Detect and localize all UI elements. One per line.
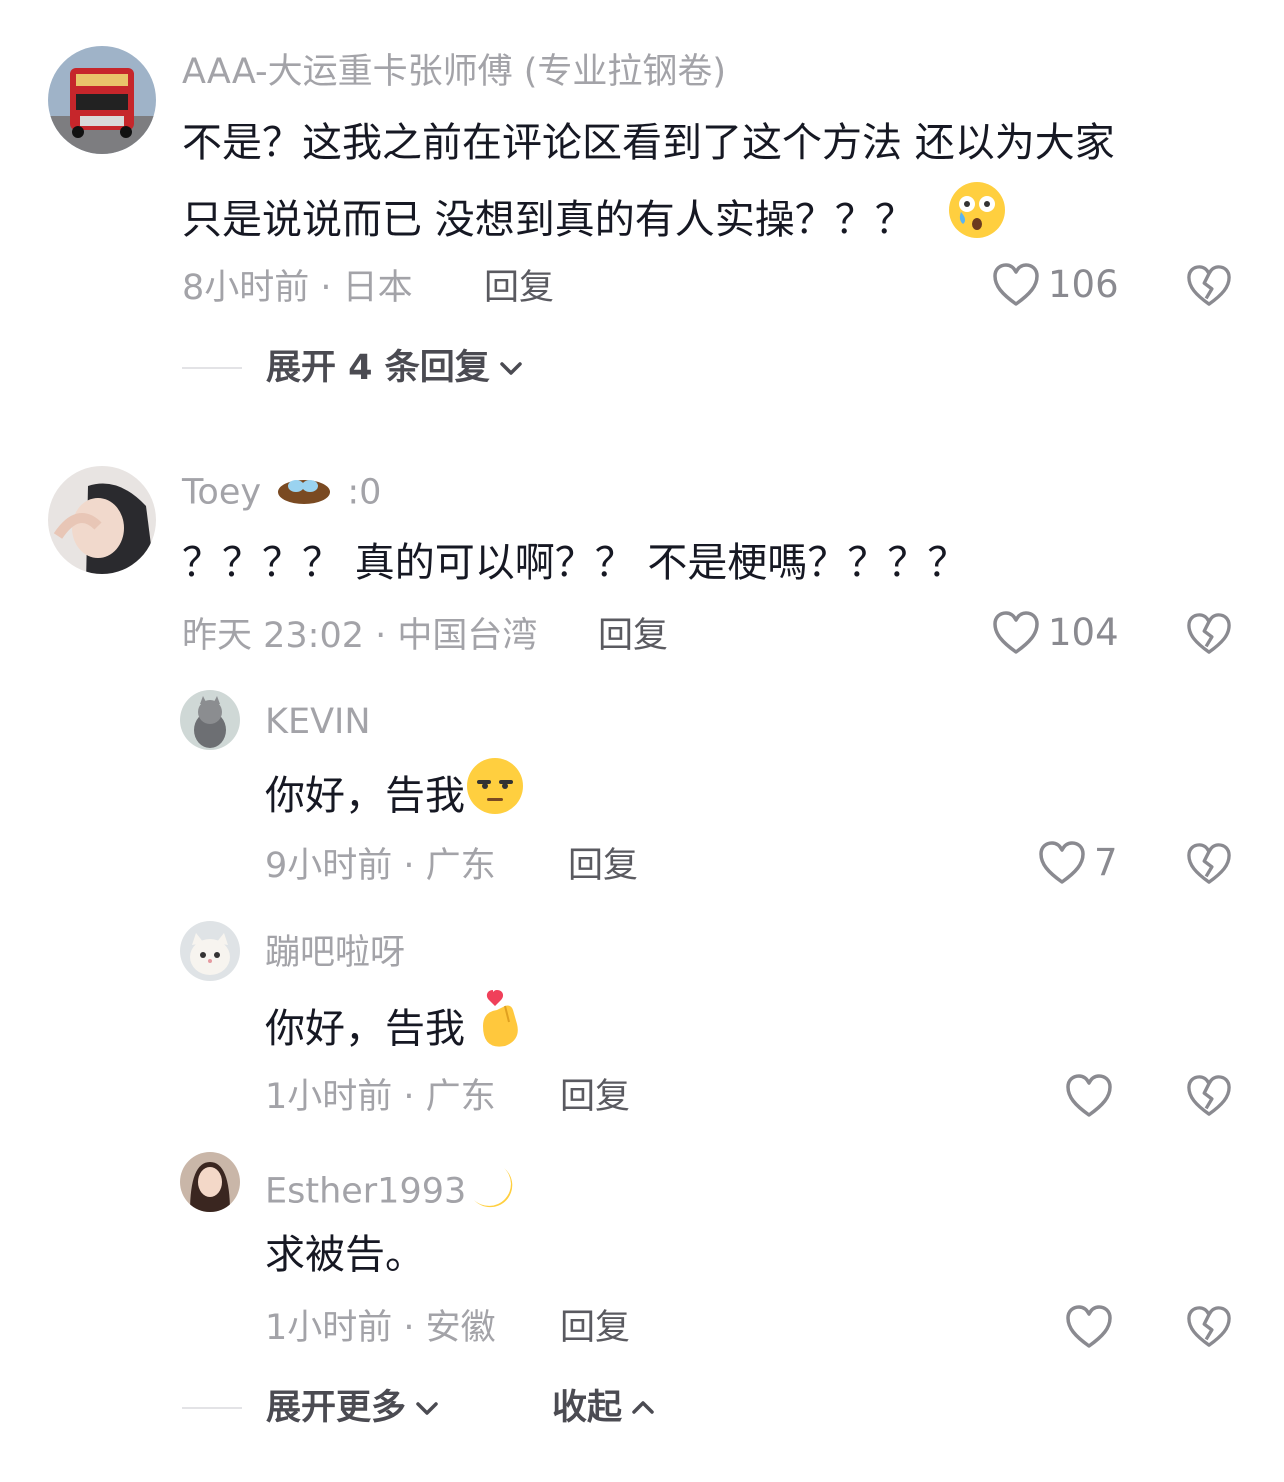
chevron-down-icon	[414, 1398, 440, 1418]
heart-outline-icon	[1066, 1074, 1112, 1117]
expand-more-button[interactable]: 展开更多	[182, 1386, 440, 1430]
expand-more-label: 展开更多	[266, 1388, 407, 1428]
heart-outline-icon	[992, 610, 1040, 656]
dislike-button[interactable]	[1186, 1305, 1232, 1349]
comment-username[interactable]: Toey :0	[182, 470, 381, 517]
divider-line	[182, 367, 242, 369]
reply-time-location: 1小时前 · 广东	[265, 1077, 496, 1117]
comment-text-content: 只是说说而已 没想到真的有人实操？？？	[182, 197, 915, 243]
reply-text-content: 你好，告我	[265, 773, 465, 819]
unamused-face-emoji-icon	[465, 756, 525, 840]
reply-button[interactable]: 回复	[568, 844, 638, 888]
like-button[interactable]: 106	[992, 262, 1119, 308]
like-button[interactable]: 7	[1038, 840, 1118, 886]
avatar[interactable]	[180, 1152, 240, 1212]
reply-username[interactable]: Esther1993	[265, 1162, 516, 1223]
avatar[interactable]	[48, 466, 156, 574]
like-count: 7	[1094, 841, 1118, 884]
comment-text-line2: 只是说说而已 没想到真的有人实操？？？	[182, 180, 1007, 264]
avatar[interactable]	[180, 690, 240, 750]
comment-time-location: 8小时前 · 日本	[182, 268, 413, 308]
reply-username[interactable]: 蹦吧啦呀	[265, 931, 405, 975]
reply-button[interactable]: 回复	[484, 266, 554, 310]
reply-text-content: 你好，告我	[265, 1006, 465, 1052]
crescent-moon-emoji-icon	[466, 1162, 516, 1223]
like-count: 106	[1048, 263, 1119, 306]
reply-time-location: 1小时前 · 安徽	[265, 1308, 496, 1348]
reply-text: 求被告。	[265, 1232, 425, 1278]
collapse-button[interactable]: 收起	[552, 1386, 656, 1430]
like-count: 104	[1048, 611, 1119, 654]
comment-username[interactable]: AAA-大运重卡张师傅 (专业拉钢卷)	[182, 50, 726, 94]
collapse-label: 收起	[552, 1388, 623, 1428]
reply-text: 你好，告我	[265, 756, 525, 840]
avatar[interactable]	[180, 921, 240, 981]
nest-eggs-emoji-icon	[276, 470, 332, 517]
reply-username[interactable]: KEVIN	[265, 700, 371, 744]
reply-text: 你好，告我	[265, 986, 525, 1076]
expand-replies-button[interactable]: 展开 4 条回复	[182, 346, 524, 390]
dislike-button[interactable]	[1186, 264, 1232, 308]
expand-replies-label: 展开 4 条回复	[266, 348, 490, 388]
like-button[interactable]: 104	[992, 610, 1119, 656]
reply-time-location: 9小时前 · 广东	[265, 846, 496, 886]
username-suffix: :0	[347, 472, 382, 513]
finger-heart-emoji-icon	[475, 986, 525, 1076]
like-button[interactable]	[1065, 1304, 1113, 1350]
username-text: Toey	[182, 472, 262, 513]
dislike-button[interactable]	[1186, 1074, 1232, 1118]
reply-button[interactable]: 回复	[560, 1075, 630, 1119]
comment-text: 不是？这我之前在评论区看到了这个方法 还以为大家	[182, 120, 1115, 166]
comment-text: ？？？？ 真的可以啊？？ 不是梗嗎？？？？	[182, 540, 968, 586]
like-button[interactable]	[1065, 1073, 1113, 1119]
avatar[interactable]	[48, 46, 156, 154]
chevron-up-icon	[630, 1398, 656, 1418]
heart-outline-icon	[1066, 1305, 1112, 1348]
dislike-button[interactable]	[1186, 612, 1232, 656]
divider-line	[182, 1407, 242, 1409]
reply-button[interactable]: 回复	[560, 1306, 630, 1350]
heart-outline-icon	[992, 262, 1040, 308]
reply-button[interactable]: 回复	[598, 614, 668, 658]
crying-shocked-emoji-icon	[947, 180, 1007, 264]
username-text: Esther1993	[265, 1171, 467, 1212]
heart-outline-icon	[1038, 840, 1086, 886]
dislike-button[interactable]	[1186, 842, 1232, 886]
chevron-down-icon	[498, 358, 524, 378]
comment-time-location: 昨天 23:02 · 中国台湾	[182, 616, 538, 656]
